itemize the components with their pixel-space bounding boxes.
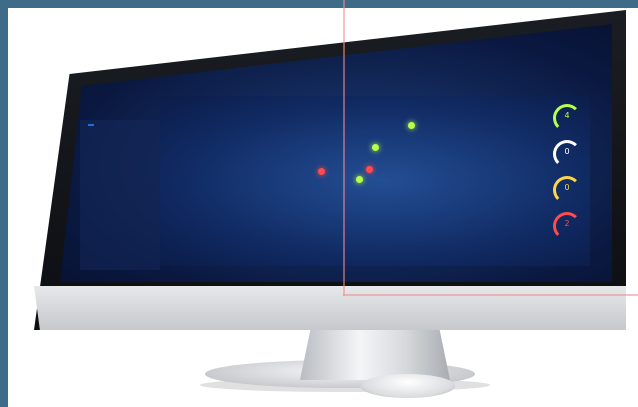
map-marker-green[interactable] (408, 122, 415, 129)
map-marker-green[interactable] (356, 176, 363, 183)
gauge-value: 0 (564, 147, 570, 156)
gauge-stack: 4 0 0 2 (550, 98, 586, 242)
overlay-guide-line-horizontal (343, 294, 638, 296)
dashboard-screen: 4 0 0 2 (60, 24, 612, 282)
gauge-value: 0 (564, 183, 570, 192)
map-marker-red[interactable] (366, 166, 373, 173)
sidebar-panel (80, 120, 160, 270)
monitor-stand-neck (300, 322, 450, 380)
overlay-guide-line-vertical (343, 0, 345, 296)
map-marker-green[interactable] (372, 144, 379, 151)
gauge: 0 (550, 134, 586, 168)
mouse[interactable] (360, 374, 455, 398)
map-marker-red[interactable] (318, 168, 325, 175)
image-frame-top (0, 0, 638, 8)
monitor-chin (34, 286, 626, 330)
dashboard-header (60, 24, 612, 94)
gauge: 4 (550, 98, 586, 132)
gauge: 2 (550, 206, 586, 240)
sidebar-tab-active[interactable] (88, 124, 94, 126)
gauge: 0 (550, 170, 586, 204)
gauge-value: 2 (564, 219, 570, 228)
gauge-value: 4 (564, 111, 570, 120)
image-frame-left (0, 0, 8, 407)
map-area[interactable] (160, 96, 590, 266)
